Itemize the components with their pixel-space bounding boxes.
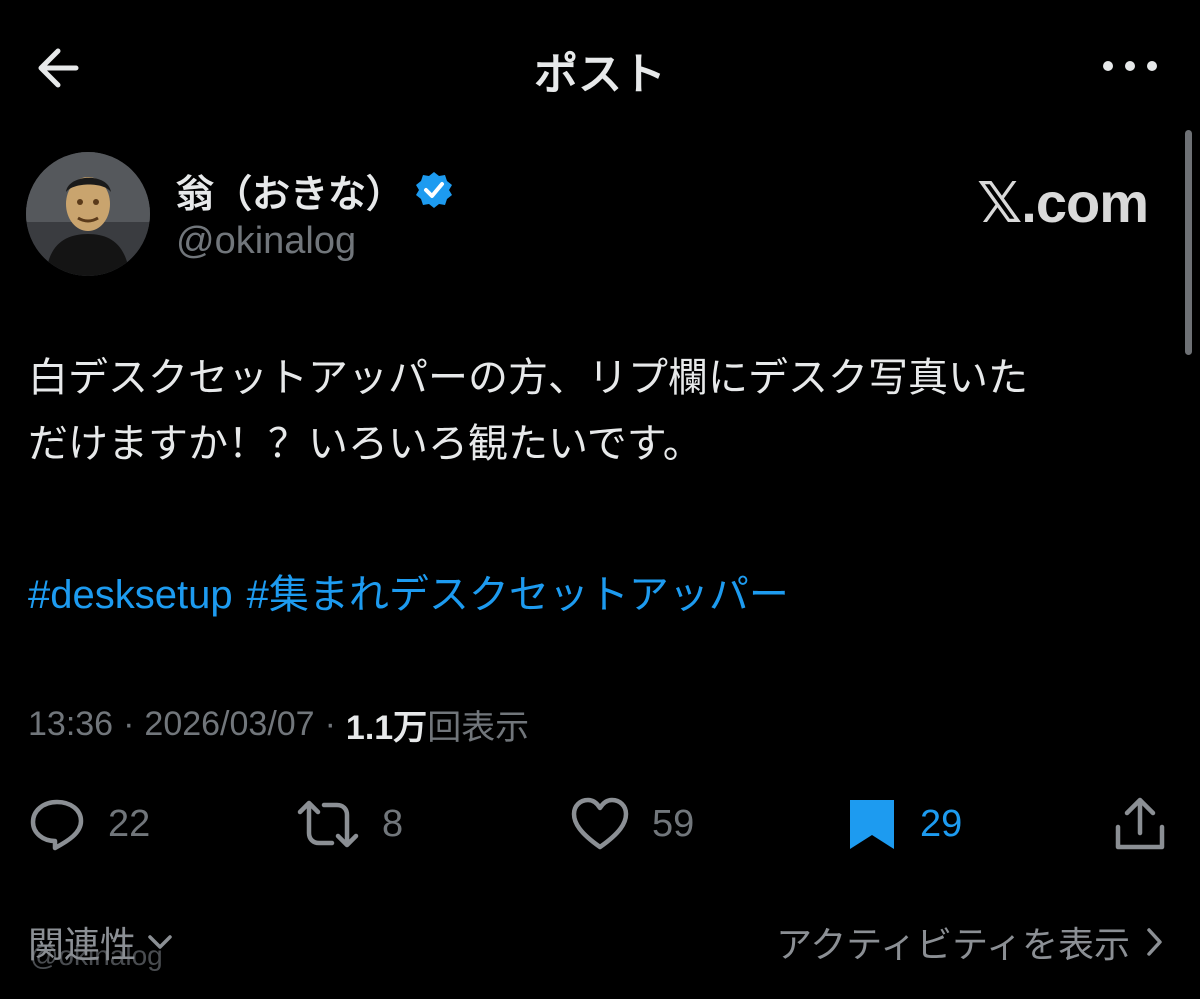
sort-relevance-dropdown[interactable]: 関連性 bbox=[28, 916, 174, 968]
hashtag-link[interactable]: #集まれデスクセットアッパー bbox=[247, 573, 789, 617]
x-com-source-label: 𝕏.com bbox=[977, 171, 1149, 234]
post-text: 白デスクセットアッパーの方、リプ欄にデスク写真いた だけますか！？いろいろ観たい… bbox=[28, 345, 1168, 477]
avatar[interactable] bbox=[26, 152, 150, 276]
post-text-line-2: だけますか！？いろいろ観たいです。 bbox=[28, 422, 703, 466]
repost-count: 8 bbox=[382, 802, 404, 845]
more-options-icon[interactable] bbox=[1100, 54, 1160, 78]
share-button[interactable] bbox=[1112, 792, 1168, 856]
author-name[interactable]: 翁（おきな） bbox=[176, 163, 404, 218]
chevron-down-icon bbox=[148, 935, 172, 949]
chevron-right-icon bbox=[1147, 928, 1162, 956]
reply-icon bbox=[30, 799, 84, 851]
repost-button[interactable]: 8 bbox=[296, 792, 403, 856]
sort-label: 関連性 bbox=[28, 924, 137, 965]
author-name-row[interactable]: 翁（おきな） bbox=[176, 163, 454, 218]
post-text-line-1: 白デスクセットアッパーの方、リプ欄にデスク写真いた bbox=[28, 356, 1028, 400]
view-count[interactable]: 1.1万 bbox=[346, 700, 427, 749]
avatar-image bbox=[26, 152, 150, 276]
reply-button[interactable]: 22 bbox=[28, 792, 150, 856]
heart-icon bbox=[571, 797, 629, 850]
post-date: 2026/03/07 bbox=[144, 705, 315, 743]
post-time: 13:36 bbox=[28, 705, 114, 743]
hashtag-link[interactable]: #desksetup bbox=[28, 573, 233, 617]
meta-separator: · bbox=[324, 705, 336, 743]
like-button[interactable]: 59 bbox=[570, 792, 694, 856]
hashtags: #desksetup #集まれデスクセットアッパー bbox=[28, 562, 803, 620]
activity-label: アクティビティを表示 bbox=[776, 924, 1130, 965]
repost-icon bbox=[297, 800, 359, 848]
verified-badge-icon bbox=[416, 172, 453, 208]
reply-count: 22 bbox=[108, 802, 151, 845]
view-activity-link[interactable]: アクティビティを表示 bbox=[776, 916, 1164, 968]
like-count: 59 bbox=[652, 802, 695, 845]
bookmark-count: 29 bbox=[920, 802, 963, 845]
scrollbar[interactable] bbox=[1185, 130, 1192, 355]
author-handle[interactable]: @okinalog bbox=[176, 220, 356, 263]
meta-separator: · bbox=[123, 705, 135, 743]
share-icon bbox=[1115, 797, 1165, 850]
bookmark-button[interactable]: 29 bbox=[846, 792, 962, 856]
page-title: ポスト bbox=[534, 50, 666, 99]
post-meta: 13:36 · 2026/03/07 · 1.1万 回表示 bbox=[28, 700, 529, 749]
view-count-label: 回表示 bbox=[427, 709, 530, 747]
bookmark-icon bbox=[850, 800, 894, 849]
